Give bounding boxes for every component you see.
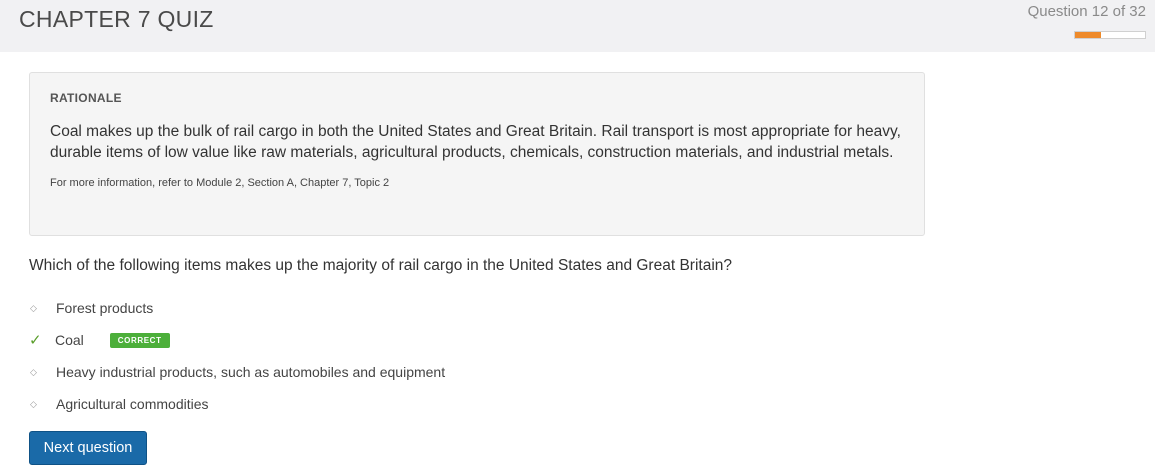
progress-text: Question 12 of 32 [1027, 3, 1146, 20]
bullet-icon: ◇ [30, 366, 37, 377]
bullet-icon: ◇ [30, 398, 37, 409]
checkmark-icon: ✓ [29, 332, 42, 349]
question-progress: Question 12 of 32 [1028, 3, 1146, 21]
progress-bar [1074, 31, 1146, 39]
rationale-text: Coal makes up the bulk of rail cargo in … [50, 123, 901, 161]
answer-label: Coal [55, 332, 84, 348]
rationale-reference: For more information, refer to Module 2,… [50, 177, 390, 189]
bullet-icon: ◇ [30, 302, 37, 313]
rationale-panel: RATIONALE Coal makes up the bulk of rail… [29, 72, 925, 236]
answer-label: Forest products [56, 300, 154, 316]
rationale-heading: RATIONALE [50, 91, 122, 105]
answer-label: Agricultural commodities [56, 396, 209, 412]
answer-option: ◇ Agricultural commodities [29, 388, 445, 420]
answer-option: ◇ Forest products [29, 292, 445, 324]
answer-label: Heavy industrial products, such as autom… [56, 364, 446, 380]
next-question-button[interactable]: Next question [29, 431, 147, 465]
quiz-title: CHAPTER 7 QUIZ [19, 6, 214, 32]
answer-option: ◇ Heavy industrial products, such as aut… [29, 356, 445, 388]
quiz-header: CHAPTER 7 QUIZ Question 12 of 32 [0, 0, 1155, 52]
answer-list: ◇ Forest products ✓ Coal CORRECT ◇ Heavy… [29, 292, 445, 420]
correct-badge: CORRECT [109, 332, 170, 348]
answer-option-correct: ✓ Coal CORRECT [29, 324, 445, 356]
question-text: Which of the following items makes up th… [29, 257, 733, 274]
progress-bar-fill [1075, 32, 1102, 38]
